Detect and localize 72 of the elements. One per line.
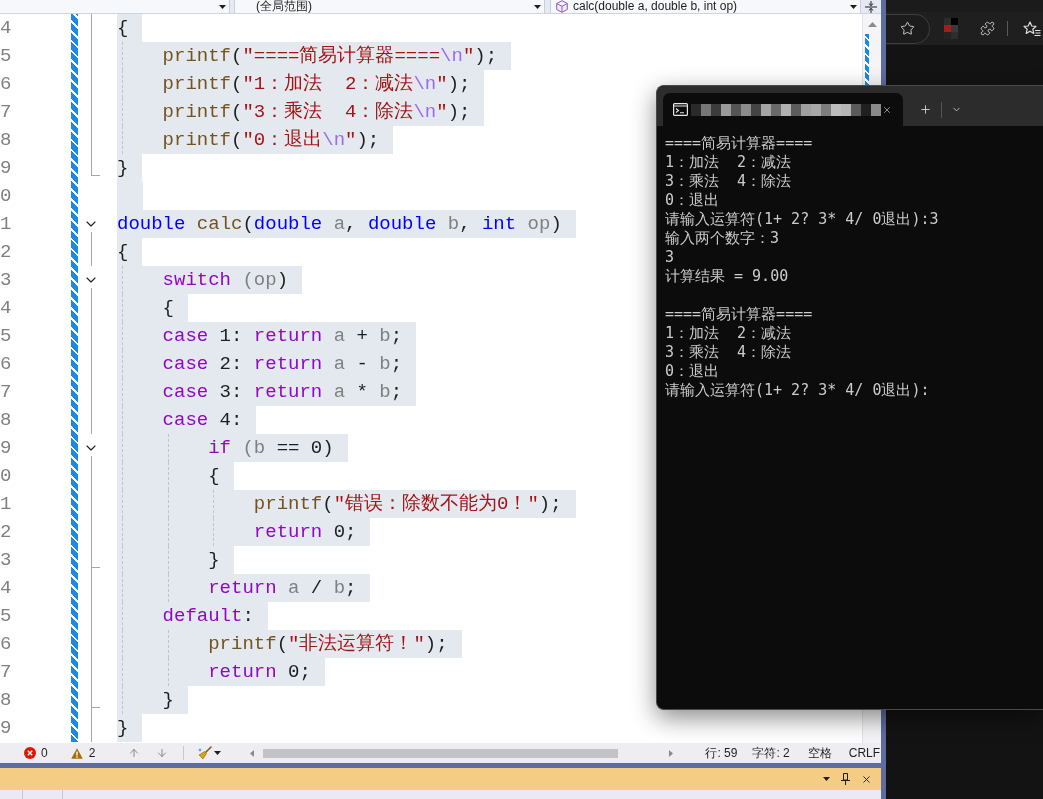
- caret-icon: [214, 751, 222, 755]
- line-number: 9: [0, 436, 12, 461]
- scroll-left-arrow-icon[interactable]: [250, 749, 255, 757]
- dropdown-caret-icon: [219, 4, 226, 9]
- close-icon[interactable]: [861, 773, 872, 785]
- scroll-up-arrow-icon[interactable]: [867, 22, 877, 27]
- scope-dropdown[interactable]: (全局范围): [234, 0, 545, 13]
- line-number: 4: [0, 16, 12, 41]
- line-ending-indicator[interactable]: CRLF: [848, 746, 881, 760]
- line-number: 7: [0, 100, 12, 125]
- terminal-line: 3: [665, 248, 675, 267]
- close-icon[interactable]: [882, 104, 892, 115]
- address-bar[interactable]: [886, 13, 930, 44]
- dropdown-caret-icon: [850, 4, 857, 9]
- line-number: 9: [0, 716, 12, 741]
- scrollbar-thumb[interactable]: [263, 748, 619, 758]
- dropdown-caret-icon: [534, 4, 541, 9]
- line-number: 2: [0, 240, 12, 265]
- puzzle-icon[interactable]: [980, 21, 995, 36]
- line-number: 7: [0, 660, 12, 685]
- warning-icon: [70, 747, 83, 759]
- terminal-line: ====简易计算器====: [665, 134, 813, 153]
- plus-icon[interactable]: [919, 103, 932, 116]
- line-number: 4: [0, 296, 12, 321]
- line-number: 3: [0, 548, 12, 573]
- line-number: 6: [0, 352, 12, 377]
- line-number: 9: [0, 156, 12, 181]
- terminal-line: 输入两个数字：3: [665, 229, 780, 248]
- line-number: 5: [0, 44, 12, 69]
- error-count: 0: [41, 746, 48, 760]
- pixelated-icon[interactable]: [944, 18, 958, 39]
- line-number: 8: [0, 408, 12, 433]
- line-number: 8: [0, 688, 12, 713]
- terminal-line: 请输入运算符(1+ 2? 3* 4/ 0退出):: [665, 381, 930, 400]
- terminal-tab[interactable]: [663, 93, 903, 126]
- line-indicator[interactable]: 行: 59: [705, 746, 738, 760]
- change-map-marker: [865, 34, 869, 86]
- terminal-line: 1：加法 2：减法: [665, 153, 792, 172]
- line-number: 5: [0, 604, 12, 629]
- line-number: 0: [0, 184, 12, 209]
- pin-icon[interactable]: [841, 773, 850, 785]
- line-number: 5: [0, 324, 12, 349]
- scroll-right-arrow-icon[interactable]: [669, 749, 674, 757]
- broom-icon[interactable]: [198, 746, 213, 760]
- member-dropdown[interactable]: calc(double a, double b, int op): [550, 0, 861, 13]
- caret-icon: [823, 777, 830, 781]
- line-number: 7: [0, 380, 12, 405]
- line-number: 0: [0, 464, 12, 489]
- column-indicator[interactable]: 字符: 2: [752, 746, 790, 760]
- warning-count: 2: [88, 746, 96, 760]
- terminal-line: 3：乘法 4：除法: [665, 343, 792, 362]
- terminal-line: 0：退出: [665, 191, 720, 210]
- terminal-line: ====简易计算器====: [665, 305, 813, 324]
- error-icon: [24, 747, 36, 759]
- terminal-line: 3：乘法 4：除法: [665, 172, 792, 191]
- line-number: 4: [0, 576, 12, 601]
- console-icon: [673, 103, 688, 116]
- terminal-line: 0：退出: [665, 362, 720, 381]
- terminal-line: 计算结果 = 9.00: [665, 267, 789, 286]
- line-number: 1: [0, 212, 12, 237]
- star-icon[interactable]: [900, 21, 915, 36]
- line-number: 2: [0, 520, 12, 545]
- line-number: 1: [0, 492, 12, 517]
- line-number: 8: [0, 128, 12, 153]
- terminal-line: 请输入运算符(1+ 2? 3* 4/ 0退出):3: [665, 210, 939, 229]
- line-number: 6: [0, 632, 12, 657]
- line-number: 6: [0, 72, 12, 97]
- line-number: 3: [0, 268, 12, 293]
- split-window-icon[interactable]: [865, 0, 877, 13]
- favorites-icon[interactable]: [1023, 20, 1041, 37]
- indent-indicator[interactable]: 空格: [807, 746, 832, 760]
- terminal-line: 1：加法 2：减法: [665, 324, 792, 343]
